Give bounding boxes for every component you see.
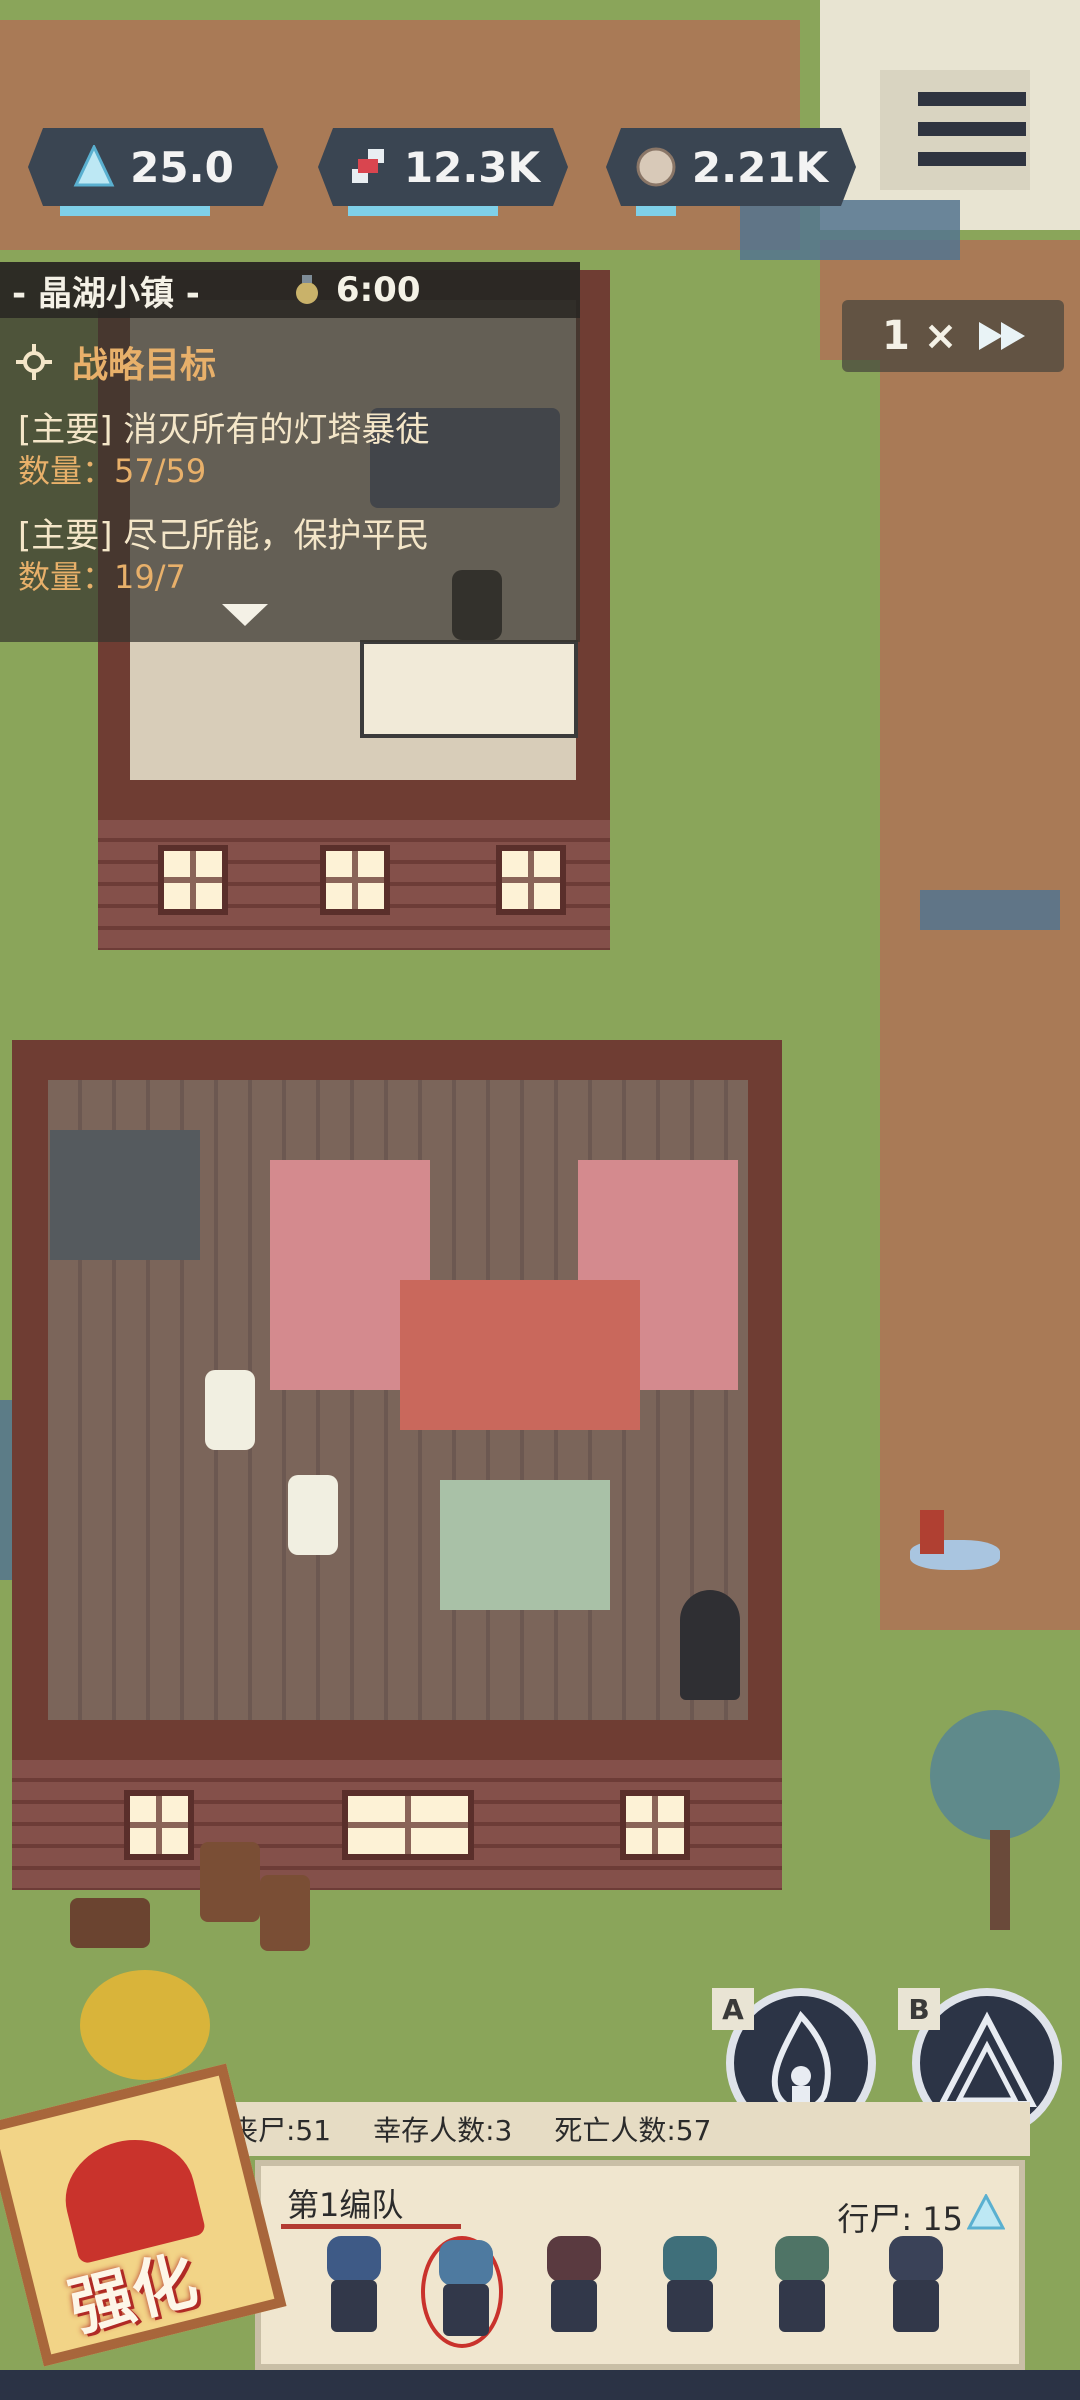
town-header: - 晶湖小镇 - 6:00: [0, 262, 580, 318]
window: [342, 1790, 474, 1860]
resource-crystal: 25.0: [28, 128, 278, 206]
barrel: [200, 1842, 260, 1922]
survivor-count: 幸存人数:3: [373, 2114, 513, 2147]
unit-body: [331, 2280, 377, 2332]
resource-brain: 2.21K: [606, 128, 856, 206]
window: [620, 1790, 690, 1860]
objective-2-text: [主要] 尽己所能，保护平民: [18, 516, 430, 556]
game-speed-button[interactable]: 1 ×: [842, 300, 1064, 372]
unit-body: [443, 2284, 489, 2336]
menu-button[interactable]: [880, 70, 1030, 190]
resource-value: 25.0: [130, 142, 234, 192]
gravel-patch-2: [920, 890, 1060, 930]
unit-body: [551, 2280, 597, 2332]
battle-stats-bar: 丧尸:51 幸存人数:3 死亡人数:57: [210, 2102, 1030, 2156]
squad-title-underline: [281, 2224, 461, 2229]
window: [496, 845, 566, 915]
brain-progress-bar: [636, 206, 676, 216]
crystal-icon: [73, 145, 115, 187]
dead-count: 死亡人数:57: [554, 2114, 712, 2147]
ability-b-key: B: [898, 1988, 940, 2030]
objective-1-text: [主要] 消灭所有的灯塔暴徒: [18, 410, 430, 450]
crystal-icon: [967, 2194, 1005, 2230]
window: [124, 1790, 194, 1860]
town-name: - 晶湖小镇 -: [12, 273, 200, 314]
walker-count: 行尸: 15: [837, 2200, 963, 2238]
barrel: [70, 1898, 150, 1948]
goal-header[interactable]: 战略目标: [14, 336, 216, 388]
fire-hydrant: [920, 1510, 944, 1554]
unit-head: [775, 2236, 829, 2282]
lower-house-facade: [12, 1760, 782, 1890]
target-icon: [16, 344, 52, 380]
fast-forward-icon: [979, 322, 1026, 350]
ability-a-key: A: [712, 1988, 754, 2030]
brain-icon: [636, 147, 676, 187]
resource-dna: 12.3K: [318, 128, 568, 206]
speed-label: 1 ×: [882, 313, 958, 359]
barrel: [260, 1875, 310, 1951]
resource-value: 2.21K: [691, 142, 829, 192]
unit-head: [547, 2236, 601, 2282]
tree: [930, 1710, 1060, 1840]
tree-trunk: [990, 1830, 1010, 1930]
medal-icon: [295, 275, 318, 304]
squad-unit-5[interactable]: [761, 2236, 843, 2348]
yellow-bush: [80, 1970, 210, 2080]
squad-unit-6[interactable]: [875, 2236, 957, 2348]
gravel-patch: [740, 200, 960, 260]
hamburger-menu-icon: [918, 92, 1026, 106]
objective-2-count: 数量：19/7: [18, 558, 186, 596]
mission-timer: 6:00: [335, 270, 421, 310]
unit-head: [327, 2236, 381, 2282]
squad-unit-4[interactable]: [649, 2236, 731, 2348]
office-desk: [360, 640, 578, 738]
survivor-npc[interactable]: [205, 1370, 255, 1450]
stove: [50, 1130, 200, 1260]
unit-body: [779, 2280, 825, 2332]
dirt-road-right: [880, 330, 1080, 1630]
dining-table: [440, 1480, 610, 1610]
unit-head: [889, 2236, 943, 2282]
unit-head: [663, 2236, 717, 2282]
unit-body: [893, 2280, 939, 2332]
survivor-npc[interactable]: [288, 1475, 338, 1555]
window: [320, 845, 390, 915]
goal-title: 战略目标: [72, 345, 217, 386]
unit-body: [667, 2280, 713, 2332]
squad-title: 第1编队: [287, 2186, 404, 2224]
upper-house-facade: [98, 820, 610, 950]
rug: [400, 1280, 640, 1430]
squad-unit-3[interactable]: [533, 2236, 615, 2348]
dna-progress-bar: [348, 206, 498, 216]
objective-1-count: 数量：57/59: [18, 452, 207, 490]
squad-unit-2-selected[interactable]: [421, 2236, 503, 2348]
squad-unit-1[interactable]: [313, 2236, 395, 2348]
window: [158, 845, 228, 915]
floor-lamp: [680, 1590, 740, 1700]
resource-value: 12.3K: [403, 142, 541, 192]
chevron-down-icon[interactable]: [220, 602, 270, 628]
crystal-progress-bar: [60, 206, 210, 216]
unit-head: [439, 2240, 493, 2286]
hamburger-line: [918, 122, 1026, 136]
squad-panel[interactable]: 第1编队 行尸: 15: [255, 2160, 1025, 2370]
dna-icon: [351, 149, 384, 183]
hamburger-line: [918, 152, 1026, 166]
bottom-edge: [0, 2370, 1080, 2400]
